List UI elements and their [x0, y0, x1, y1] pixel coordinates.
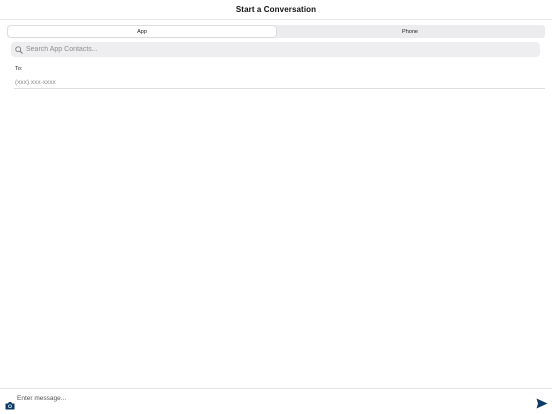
page-title: Start a Conversation — [235, 5, 317, 14]
recipient-label: To: — [15, 66, 23, 72]
message-composer — [0, 388, 552, 414]
search-icon — [14, 45, 24, 55]
tab-app[interactable]: App — [8, 26, 276, 37]
send-icon[interactable] — [536, 396, 548, 409]
search-bar — [11, 42, 540, 57]
tab-phone-label: Phone — [402, 28, 418, 35]
contact-source-segmented-control: App Phone — [7, 25, 545, 38]
new-conversation-screen: Start a Conversation App Phone To: — [0, 0, 552, 414]
recipient-phone-input[interactable] — [14, 76, 545, 88]
navigation-header: Start a Conversation — [0, 0, 552, 20]
tab-phone[interactable]: Phone — [276, 26, 544, 37]
recipient-divider — [14, 88, 545, 89]
message-input[interactable] — [17, 393, 517, 404]
camera-icon[interactable] — [5, 397, 15, 410]
search-input[interactable] — [24, 43, 526, 56]
tab-app-label: App — [137, 28, 147, 35]
